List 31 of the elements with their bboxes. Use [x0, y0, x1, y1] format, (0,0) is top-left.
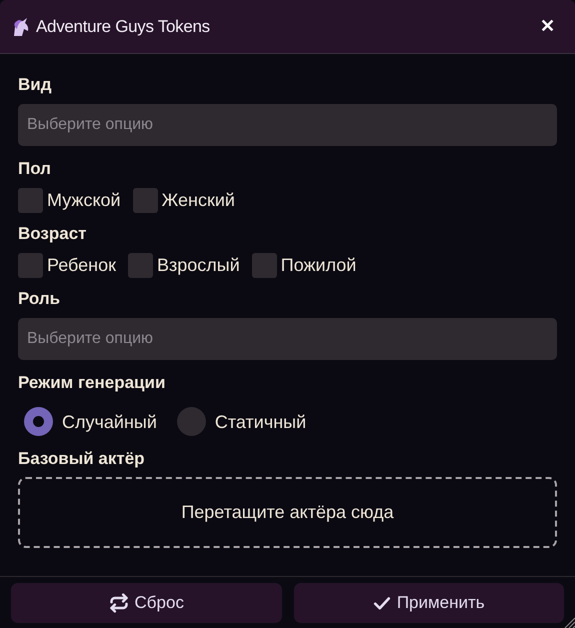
select-field[interactable]: Выберите опцию	[18, 318, 557, 360]
refresh-icon	[108, 593, 129, 613]
field-label: Пол	[18, 158, 52, 180]
checkbox-label: Взрослый	[156, 254, 240, 277]
checkbox-label: Пожилой	[280, 254, 356, 276]
field-label: Возраст	[18, 223, 88, 245]
select-field[interactable]: Выберите опцию	[18, 104, 557, 146]
close-button[interactable]: ✕	[540, 13, 555, 40]
radio-button[interactable]	[24, 406, 53, 436]
field-label: Режим генерации	[18, 372, 166, 394]
field-label: Роль	[18, 288, 62, 310]
checkbox-label: Женский	[162, 188, 235, 212]
field-label: Базовый актёр	[18, 448, 146, 470]
checkbox[interactable]	[128, 252, 153, 278]
radio-label: Статичный	[214, 411, 306, 434]
field-label: Вид	[18, 74, 53, 96]
resize-grip-icon	[563, 616, 575, 628]
radio-button[interactable]	[176, 406, 206, 436]
reset-button[interactable]: Сброс	[11, 583, 282, 623]
drop-zone[interactable]: Перетащите актёра сюда	[18, 477, 557, 548]
checkbox[interactable]	[18, 188, 43, 212]
checkbox-label: Ребенок	[47, 254, 116, 276]
apply-button[interactable]: Применить	[294, 583, 564, 623]
checkbox[interactable]	[252, 252, 277, 278]
checkbox-label: Мужской	[47, 188, 121, 212]
radio-label: Случайный	[62, 411, 157, 434]
window-title: Adventure Guys Tokens	[36, 16, 210, 38]
check-icon	[372, 594, 391, 612]
drop-zone-text: Перетащите актёра сюда	[181, 501, 394, 524]
checkbox[interactable]	[132, 188, 158, 212]
checkbox[interactable]	[18, 252, 43, 278]
